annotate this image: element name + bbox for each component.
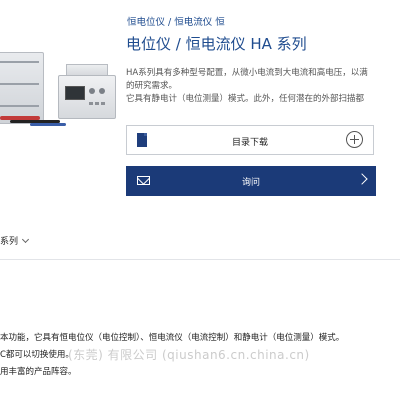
feature-line: 本功能，它具有恒电位仪（电位控制）、恒电流仪（电流控制）和静电计（电位测量）模式…: [0, 333, 345, 343]
page-title: 电位仪 / 恒电流仪 HA 系列: [126, 35, 307, 53]
inquiry-label: 询问: [241, 178, 260, 188]
divider: [0, 259, 400, 260]
plus-circle-icon[interactable]: [346, 131, 363, 148]
product-image: [0, 0, 120, 140]
catalog-download-label: 目录下载: [231, 138, 268, 148]
series-selector[interactable]: 系列: [0, 234, 30, 247]
description-line: 它具有静电计（电位测量）模式。此外，任何潜在的外部扫描都: [126, 94, 365, 104]
breadcrumb[interactable]: 恒电位仪 / 恒电流仪 恒: [127, 14, 225, 28]
blue-cable: [30, 123, 66, 126]
inquiry-button[interactable]: 询问: [126, 166, 376, 196]
series-label: 系列: [0, 237, 19, 247]
description-line: 的研究需求。: [126, 81, 178, 91]
product-description: HA系列具有多种型号配置，从微小电流到大电流和高电压，以满 的研究需求。 它具有…: [126, 67, 400, 106]
description-line: HA系列具有多种型号配置，从微小电流到大电流和高电压，以满: [126, 68, 368, 78]
watermark: (东莞) 有限公司 (qiushan6.cn.china.cn): [68, 348, 310, 362]
chevron-down-icon: [21, 235, 30, 244]
catalog-download-button[interactable]: 目录下载: [126, 125, 374, 155]
potentiostat-controller-unit: [58, 75, 116, 119]
potentiostat-main-unit: [0, 52, 44, 124]
feature-line: 用丰富的产品阵容。: [0, 367, 77, 377]
